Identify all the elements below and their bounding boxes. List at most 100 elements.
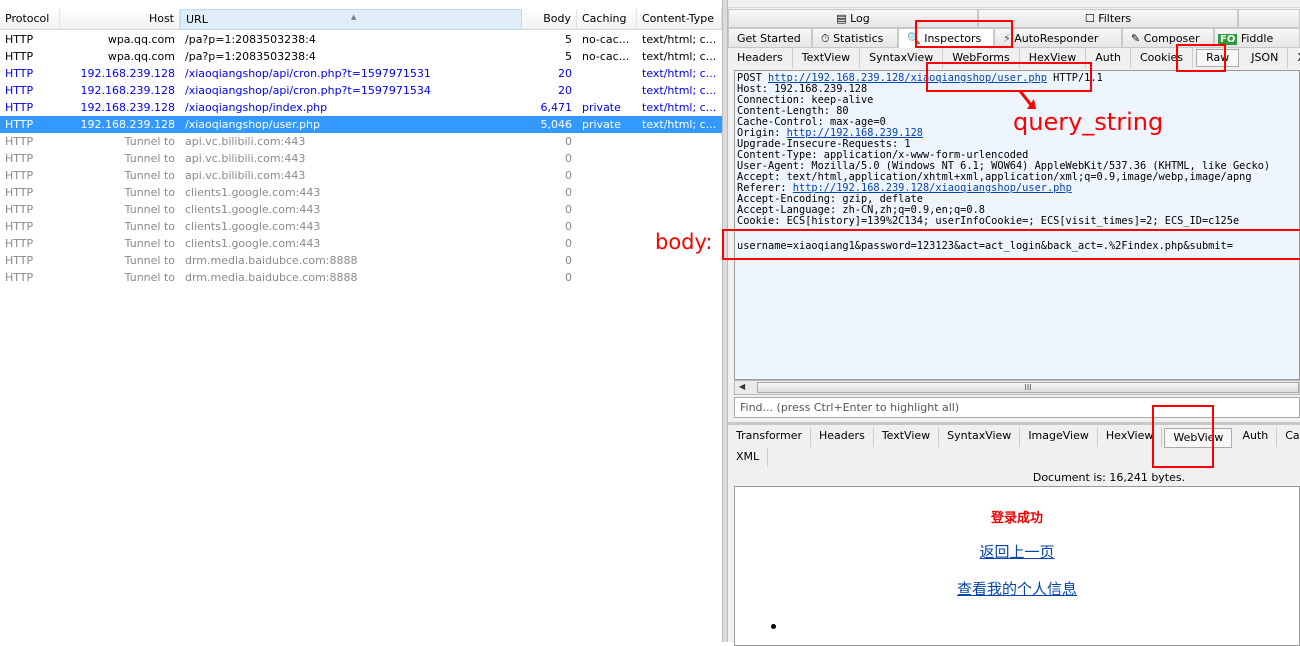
tab-auth[interactable]: Auth xyxy=(1234,427,1278,447)
session-row[interactable]: HTTP 192.168.239.128/xiaoqiangshop/user.p… xyxy=(0,116,722,133)
cell-body: 5 xyxy=(565,33,572,46)
cell-caching xyxy=(577,65,637,82)
col-url[interactable]: ▲ URL xyxy=(180,9,522,30)
scroll-thumb[interactable]: III xyxy=(757,382,1299,393)
cell-caching: private xyxy=(582,101,621,114)
cell-body: 0 xyxy=(565,169,572,182)
cell-body: 0 xyxy=(565,237,572,250)
cell-host: 192.168.239.128 xyxy=(80,101,175,114)
session-row[interactable]: HTTP 192.168.239.128/xiaoqiangshop/api/cr… xyxy=(0,82,722,99)
cell-caching xyxy=(577,201,637,218)
session-row[interactable]: HTTP Tunnel to api.vc.bilibili.com:443 0 xyxy=(0,150,722,167)
cell-ctype: text/html; c... xyxy=(642,101,717,114)
top-tabs: ▤ Log ☐ Filters xyxy=(728,9,1300,28)
tab-headers[interactable]: Headers xyxy=(811,427,874,447)
session-row[interactable]: HTTP Tunnel to drm.media.baidubce.com:8888… xyxy=(0,252,722,269)
annotation-box-inspectors xyxy=(915,20,1013,48)
web-view: 登录成功 返回上一页 查看我的个人信息 xyxy=(734,486,1300,646)
session-row[interactable]: HTTP 192.168.239.128/xiaoqiangshop/index.… xyxy=(0,99,722,116)
tab-statistics[interactable]: ⏱ Statistics xyxy=(812,28,898,48)
cell-protocol: HTTP xyxy=(5,152,34,165)
sort-asc-icon: ▲ xyxy=(351,13,357,21)
tab-syntaxview[interactable]: SyntaxView xyxy=(939,427,1021,447)
tab-imageview[interactable]: ImageView xyxy=(1020,427,1098,447)
tab-json[interactable]: JSON xyxy=(1242,48,1289,68)
session-row[interactable]: HTTP Tunnel to clients1.google.com:443 0 xyxy=(0,218,722,235)
cell-url: /pa?p=1:2083503238:4 xyxy=(185,33,316,46)
cell-host: Tunnel to xyxy=(124,271,175,284)
cell-ctype: text/html; c... xyxy=(642,84,717,97)
cell-caching xyxy=(577,133,637,150)
back-link[interactable]: 返回上一页 xyxy=(735,541,1299,562)
session-row[interactable]: HTTP 192.168.239.128/xiaoqiangshop/api/cr… xyxy=(0,65,722,82)
cell-body: 0 xyxy=(565,254,572,267)
col-url-label: URL xyxy=(186,13,208,26)
profile-link[interactable]: 查看我的个人信息 xyxy=(735,578,1299,599)
cell-host: Tunnel to xyxy=(124,203,175,216)
annotation-query-string: query_string xyxy=(1013,108,1164,136)
tab-log-label: Log xyxy=(850,12,870,25)
pane-splitter[interactable] xyxy=(728,422,1300,425)
cell-protocol: HTTP xyxy=(5,237,34,250)
col-protocol[interactable]: Protocol xyxy=(0,9,60,30)
cell-ctype xyxy=(637,150,722,167)
cell-ctype xyxy=(637,133,722,150)
tab-get-started[interactable]: Get Started xyxy=(728,28,812,48)
log-icon: ▤ xyxy=(836,12,851,25)
find-input[interactable]: Find... (press Ctrl+Enter to highlight a… xyxy=(734,397,1300,418)
cell-host: 192.168.239.128 xyxy=(80,84,175,97)
sessions-list[interactable]: Protocol Host ▲ URL Body Caching Content-… xyxy=(0,0,722,642)
cell-url: clients1.google.com:443 xyxy=(185,237,321,250)
col-host[interactable]: Host xyxy=(60,9,180,30)
session-row[interactable]: HTTP Tunnel to clients1.google.com:443 0 xyxy=(0,201,722,218)
inspector-pane: ▤ Log ☐ Filters Get Started ⏱ Statistics… xyxy=(728,8,1300,646)
tab-xml[interactable]: XML xyxy=(728,448,769,467)
cell-caching xyxy=(577,252,637,269)
tab-transformer[interactable]: Transformer xyxy=(728,427,812,447)
cell-body: 20 xyxy=(558,84,572,97)
cell-body: 5,046 xyxy=(540,118,573,131)
cell-body: 5 xyxy=(565,50,572,63)
cell-protocol: HTTP xyxy=(5,135,34,148)
tab-filters[interactable]: ☐ Filters xyxy=(978,9,1238,28)
header-line: Cookie: ECS[history]=139%2C134; userInfo… xyxy=(737,215,1240,227)
tab-textview[interactable]: TextView xyxy=(793,48,861,68)
col-body[interactable]: Body xyxy=(522,9,577,30)
session-row[interactable]: HTTP Tunnel to api.vc.bilibili.com:443 0 xyxy=(0,167,722,184)
cell-caching xyxy=(577,235,637,252)
session-row[interactable]: HTTP Tunnel to drm.media.baidubce.com:8888… xyxy=(0,269,722,286)
cell-caching xyxy=(577,82,637,99)
session-row[interactable]: HTTP wpa.qq.com/pa?p=1:2083503238:4 5 no-ca… xyxy=(0,31,722,48)
cell-ctype xyxy=(637,167,722,184)
tab-headers[interactable]: Headers xyxy=(728,48,793,68)
tab-auth[interactable]: Auth xyxy=(1086,48,1131,68)
cell-url: clients1.google.com:443 xyxy=(185,203,321,216)
cell-ctype xyxy=(637,252,722,269)
tab-xi[interactable]: XI xyxy=(1288,48,1300,68)
response-tabs: Transformer Headers TextView SyntaxView Imag… xyxy=(728,427,1300,448)
cell-host: Tunnel to xyxy=(124,186,175,199)
cell-url: api.vc.bilibili.com:443 xyxy=(185,169,306,182)
session-row[interactable]: HTTP wpa.qq.com/pa?p=1:2083503238:4 5 no-ca… xyxy=(0,48,722,65)
cell-ctype: text/html; c... xyxy=(642,67,717,80)
tab-statistics-label: Statistics xyxy=(833,32,884,45)
cell-protocol: HTTP xyxy=(5,271,34,284)
session-row[interactable]: HTTP Tunnel to api.vc.bilibili.com:443 0 xyxy=(0,133,722,150)
session-row[interactable]: HTTP Tunnel to clients1.google.com:443 0 xyxy=(0,184,722,201)
cell-host: Tunnel to xyxy=(124,169,175,182)
col-content-type[interactable]: Content-Type xyxy=(637,9,722,30)
col-caching[interactable]: Caching xyxy=(577,9,637,30)
tab-cach[interactable]: Cach xyxy=(1277,427,1300,447)
stopwatch-icon: ⏱ xyxy=(821,32,834,45)
cell-url: drm.media.baidubce.com:8888 xyxy=(185,254,358,267)
scroll-left-icon[interactable]: ◀ xyxy=(739,382,745,391)
tab-fiddler[interactable]: FO Fiddle xyxy=(1214,28,1300,48)
cell-url: /xiaoqiangshop/index.php xyxy=(185,101,328,114)
cell-url: drm.media.baidubce.com:8888 xyxy=(185,271,358,284)
cell-caching xyxy=(577,150,637,167)
tab-textview[interactable]: TextView xyxy=(874,427,940,447)
cell-caching: private xyxy=(582,118,621,131)
session-row[interactable]: HTTP Tunnel to clients1.google.com:443 0 xyxy=(0,235,722,252)
horizontal-scrollbar[interactable]: ◀ III xyxy=(734,380,1300,395)
tab-autoresponder[interactable]: ⚡ AutoResponder xyxy=(994,28,1122,48)
